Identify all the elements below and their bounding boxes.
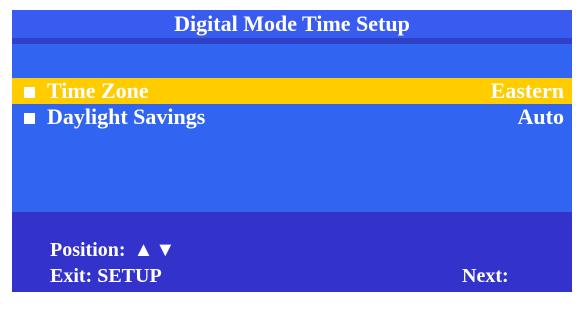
footer-help: Position: ▲▼ Exit: SETUP Next: — [12, 212, 572, 292]
next-label: Next: — [462, 264, 509, 287]
menu-item-label: Daylight Savings — [47, 104, 206, 129]
menu-item-time-zone[interactable]: Time Zone Eastern — [12, 78, 572, 104]
exit-label: Exit: SETUP — [50, 264, 162, 287]
menu-item-daylight-savings[interactable]: Daylight Savings Auto — [12, 104, 572, 130]
position-label: Position: — [50, 238, 126, 261]
title-bar: Digital Mode Time Setup — [12, 10, 572, 38]
next-hint: Next: — [462, 264, 509, 288]
osd-menu: Digital Mode Time Setup Time Zone Easter… — [12, 10, 572, 292]
square-bullet-icon — [24, 112, 35, 124]
menu-item-value: Eastern — [490, 78, 564, 103]
menu-list: Time Zone Eastern Daylight Savings Auto — [12, 44, 572, 212]
exit-hint: Exit: SETUP — [50, 264, 162, 288]
page-title: Digital Mode Time Setup — [174, 11, 410, 36]
menu-item-label: Time Zone — [47, 78, 149, 103]
up-down-arrows-icon: ▲▼ — [133, 238, 178, 261]
position-hint: Position: ▲▼ — [50, 238, 177, 262]
square-bullet-icon — [24, 86, 35, 98]
menu-item-value: Auto — [517, 104, 564, 129]
